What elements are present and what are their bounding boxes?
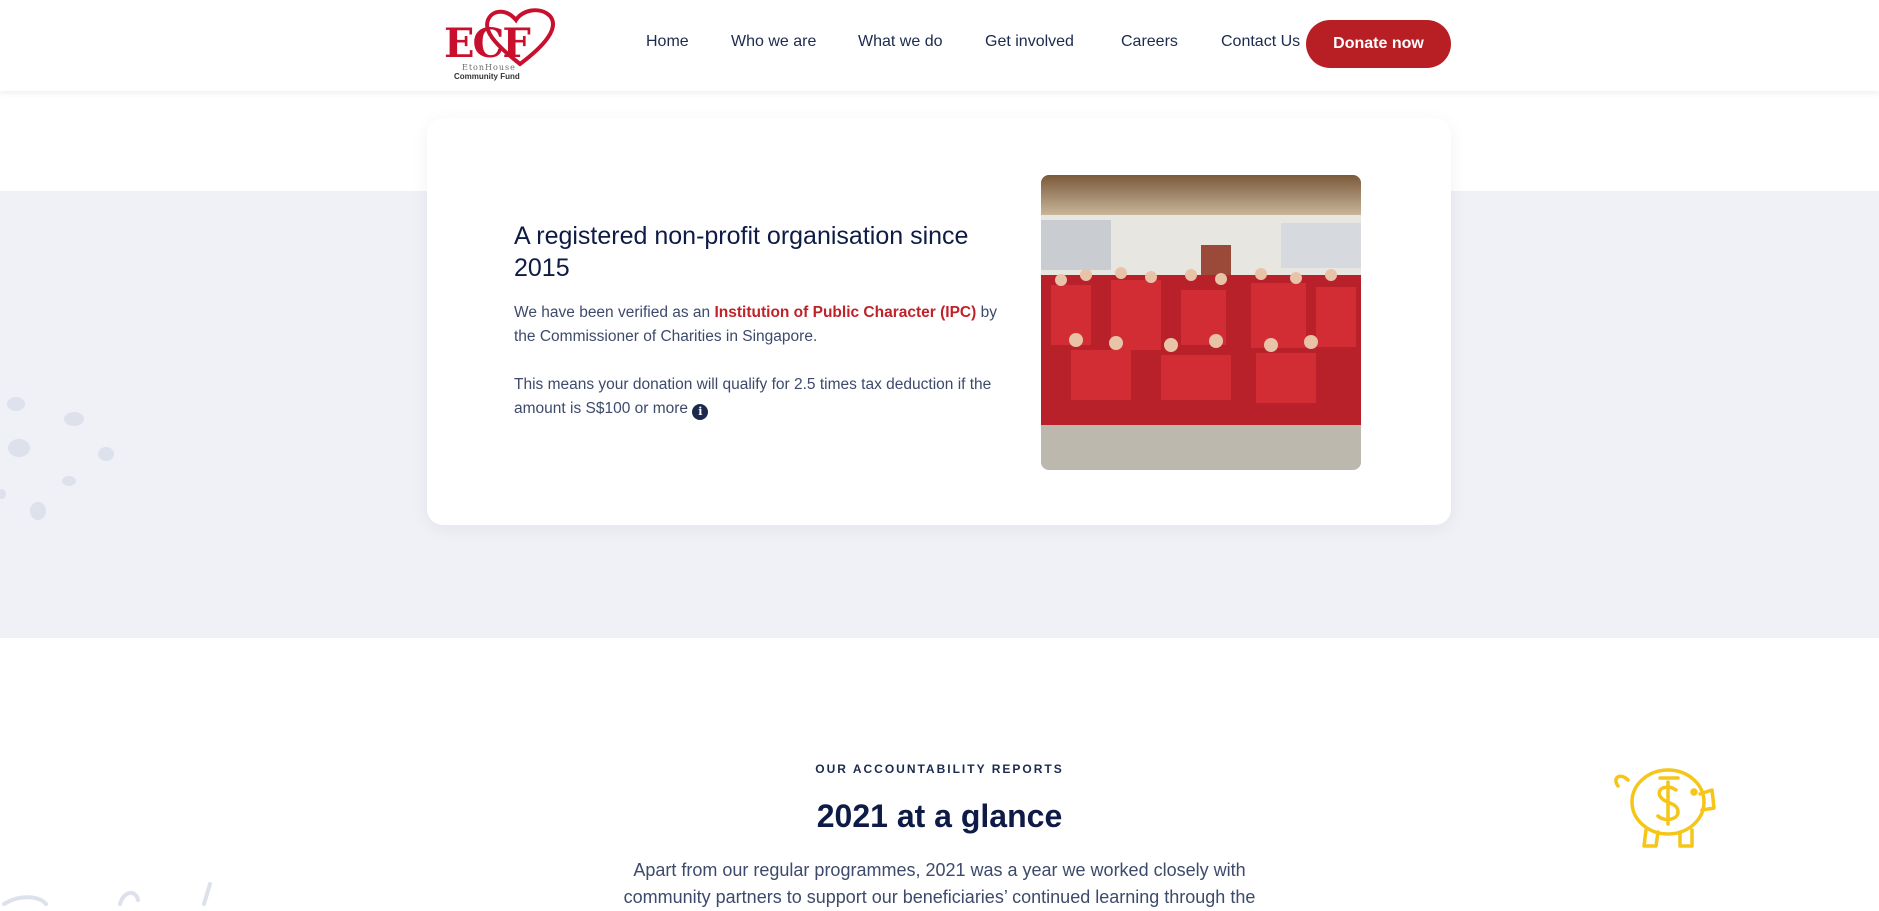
info-icon[interactable]: i [692, 404, 709, 420]
ipc-text-before: We have been verified as an [514, 304, 715, 321]
tax-deduction-copy: This means your donation will qualify fo… [514, 376, 992, 417]
ipc-description: We have been verified as an Institution … [514, 301, 1014, 349]
group-photo-illustration [1041, 175, 1361, 470]
donate-now-button[interactable]: Donate now [1306, 20, 1451, 68]
piggy-bank-icon [1614, 768, 1716, 848]
tax-deduction-text: This means your donation will qualify fo… [514, 373, 1014, 421]
logo-line2: Community Fund [454, 72, 520, 81]
ecf-logo[interactable]: ECF EtonHouse Community Fund [442, 6, 556, 82]
logo-letters: ECF [444, 20, 531, 67]
glance-intro: Apart from our regular programmes, 2021 … [623, 860, 1256, 907]
nav-careers[interactable]: Careers [1121, 33, 1178, 51]
nav-home[interactable]: Home [646, 33, 689, 51]
nav-get-involved[interactable]: Get involved [985, 33, 1074, 51]
nav-what-we-do[interactable]: What we do [858, 33, 942, 51]
nav-who-we-are[interactable]: Who we are [731, 33, 816, 51]
decorative-squiggle [2, 882, 212, 906]
ipc-card: A registered non-profit organisation sin… [427, 118, 1451, 525]
group-photo [1041, 175, 1361, 470]
ipc-link[interactable]: Institution of Public Character (IPC) [714, 304, 976, 321]
decorative-dots [0, 397, 114, 520]
logo-line1: EtonHouse [462, 63, 516, 72]
ipc-heading: A registered non-profit organisation sin… [514, 222, 969, 282]
accountability-eyebrow: OUR ACCOUNTABILITY REPORTS [815, 762, 1064, 776]
nav-contact-us[interactable]: Contact Us [1221, 33, 1300, 51]
site-header: ECF EtonHouse Community Fund Home Who we… [0, 0, 1879, 91]
glance-title: 2021 at a glance [816, 798, 1063, 834]
